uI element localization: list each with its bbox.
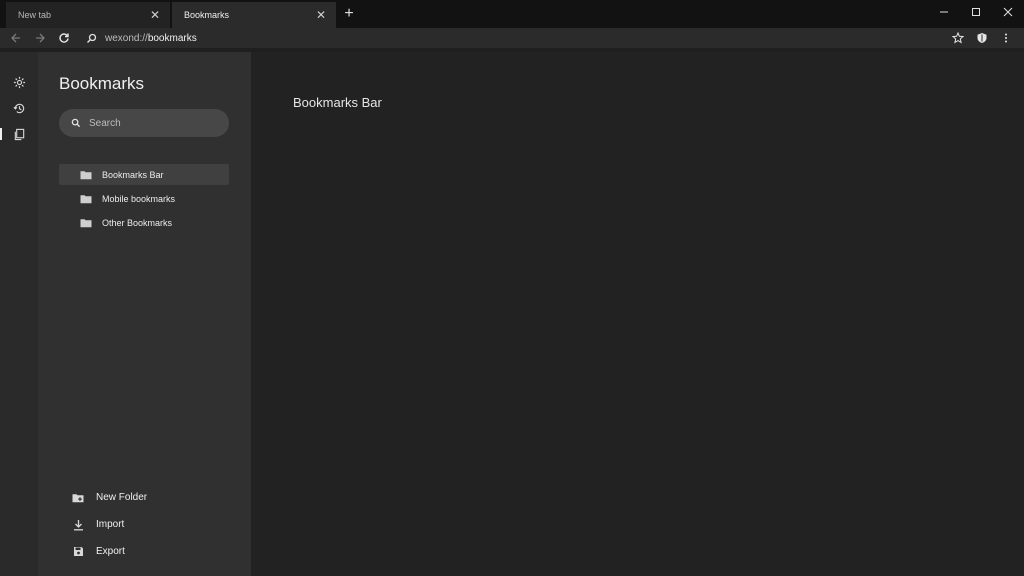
menu-button[interactable] [994, 28, 1018, 48]
folder-icon [80, 194, 92, 204]
maximize-icon [972, 8, 980, 16]
folder-label: Mobile bookmarks [102, 193, 176, 204]
address-bar[interactable]: wexond://bookmarks [86, 28, 197, 48]
url-text: wexond://bookmarks [105, 33, 197, 44]
forward-arrow-icon [36, 33, 45, 43]
folder-title: Bookmarks Bar [293, 95, 382, 110]
search-box[interactable] [59, 109, 229, 137]
folder-label: Bookmarks Bar [102, 169, 164, 180]
close-window-button[interactable] [992, 0, 1024, 24]
action-label: Import [96, 519, 125, 530]
bookmark-star-button[interactable] [946, 28, 970, 48]
star-icon [952, 32, 964, 44]
reload-icon [59, 33, 69, 43]
active-indicator [0, 128, 2, 140]
back-button[interactable] [4, 28, 28, 48]
search-icon [87, 33, 97, 43]
new-tab-button[interactable]: + [336, 1, 362, 27]
tab-new-tab[interactable]: New tab ✕ [6, 2, 170, 28]
folder-icon [80, 218, 92, 228]
action-label: New Folder [96, 492, 148, 503]
rail-item-history[interactable] [0, 96, 38, 120]
folder-item-other-bookmarks[interactable]: Other Bookmarks [59, 212, 229, 233]
search-icon [71, 118, 81, 128]
folder-item-bookmarks-bar[interactable]: Bookmarks Bar [59, 164, 229, 185]
close-icon[interactable]: ✕ [148, 8, 162, 22]
bookmarks-content: Bookmarks Bar [251, 52, 1024, 576]
history-icon [12, 103, 24, 113]
minimize-icon [940, 11, 948, 13]
tab-label: New tab [18, 10, 52, 20]
folder-label: Other Bookmarks [102, 217, 173, 228]
rail-item-settings[interactable] [0, 70, 38, 94]
navigation-rail [0, 52, 38, 576]
export-icon [71, 546, 85, 557]
import-button[interactable]: Import [71, 511, 147, 538]
new-folder-icon [71, 493, 85, 503]
forward-button[interactable] [28, 28, 52, 48]
shield-icon [977, 33, 987, 43]
action-label: Export [96, 546, 125, 557]
tab-label: Bookmarks [184, 10, 230, 20]
window-controls [928, 0, 1024, 26]
bookmarks-panel: Bookmarks Bookmarks Bar Mobile bookmarks… [38, 52, 251, 576]
url-scheme: wexond:// [105, 32, 148, 44]
new-folder-button[interactable]: New Folder [71, 484, 147, 511]
close-icon [1003, 7, 1013, 17]
panel-title: Bookmarks [59, 74, 145, 93]
folder-item-mobile-bookmarks[interactable]: Mobile bookmarks [59, 188, 229, 209]
rail-item-bookmarks[interactable] [0, 122, 38, 146]
settings-icon [13, 76, 25, 88]
close-icon[interactable]: ✕ [314, 8, 328, 22]
more-vert-icon [1005, 33, 1007, 43]
title-bar: New tab ✕ Bookmarks ✕ + [0, 0, 1024, 28]
export-button[interactable]: Export [71, 538, 147, 565]
url-host: bookmarks [147, 32, 197, 44]
bookmarks-icon [14, 128, 24, 140]
folder-list: Bookmarks Bar Mobile bookmarks Other Boo… [59, 164, 229, 236]
toolbar-actions [946, 28, 1018, 48]
maximize-button[interactable] [960, 0, 992, 24]
browser-window: New tab ✕ Bookmarks ✕ + wexond://bookmar… [0, 0, 1024, 576]
plus-icon: + [344, 5, 354, 22]
search-input[interactable] [89, 117, 219, 129]
reload-button[interactable] [52, 28, 76, 48]
toolbar: wexond://bookmarks [0, 28, 1024, 48]
panel-actions: New Folder Import Export [71, 484, 147, 565]
shield-button[interactable] [970, 28, 994, 48]
folder-icon [80, 170, 92, 180]
back-arrow-icon [11, 33, 20, 43]
tab-bookmarks[interactable]: Bookmarks ✕ [172, 2, 336, 28]
import-icon [71, 519, 85, 531]
minimize-button[interactable] [928, 0, 960, 24]
